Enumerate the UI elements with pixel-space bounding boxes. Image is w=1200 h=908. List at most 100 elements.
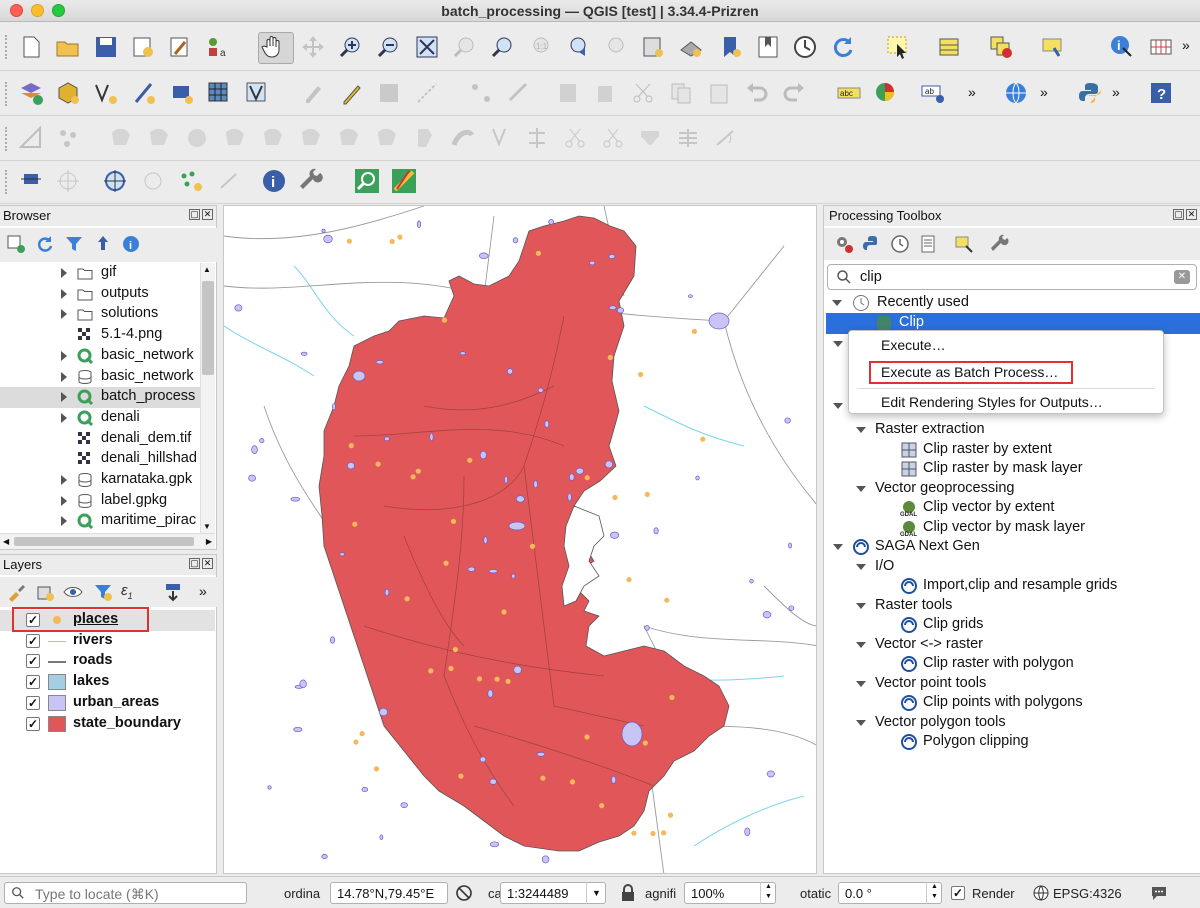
browser-item[interactable]: 5.1-4.png	[0, 325, 200, 346]
expand-arrow-icon[interactable]	[61, 350, 67, 361]
temporal-controller-icon[interactable]	[792, 34, 818, 60]
gps-globe-icon[interactable]	[102, 168, 128, 194]
collapse-arrow-icon[interactable]	[856, 719, 866, 726]
toolbox-algorithm-item[interactable]: Clip raster by mask layer	[824, 459, 1200, 480]
undo-icon[interactable]	[744, 80, 770, 106]
copy-features-icon[interactable]	[668, 80, 694, 106]
deselect-icon[interactable]	[988, 34, 1014, 60]
simplify-icon[interactable]	[450, 125, 476, 151]
close-panel-icon[interactable]: ✕	[202, 558, 213, 569]
show-bookmarks-icon[interactable]	[755, 34, 781, 60]
toolbox-group-item[interactable]: Raster tools	[824, 596, 1200, 617]
lock-scale-icon[interactable]	[620, 884, 636, 905]
toolbox-algorithm-item[interactable]: Clip grids	[824, 615, 1200, 636]
delete-ring-icon[interactable]	[222, 125, 248, 151]
open-project-icon[interactable]	[55, 34, 81, 60]
style-manager-icon[interactable]: a	[204, 34, 230, 60]
zoom-full-icon[interactable]	[414, 34, 440, 60]
toolbar-grip[interactable]	[5, 35, 9, 59]
hidden-group-arrow-2[interactable]	[833, 403, 843, 409]
python-scripts-icon[interactable]	[862, 234, 882, 254]
expand-all-icon[interactable]	[163, 582, 183, 602]
more-tools-chevron-icon[interactable]: »	[1182, 37, 1196, 63]
current-edits-icon[interactable]	[338, 80, 364, 106]
zoom-in-icon[interactable]	[338, 34, 364, 60]
toolbox-group-item[interactable]: SAGA Next Gen	[824, 537, 1200, 558]
save-project-icon[interactable]	[93, 34, 119, 60]
toolbox-algorithm-item[interactable]: GDAL Clip vector by mask layer	[824, 518, 1200, 539]
float-panel-icon[interactable]: ▢	[189, 558, 200, 569]
add-gps-point-icon[interactable]	[140, 168, 166, 194]
label-toolbar-icon[interactable]: abc	[836, 80, 862, 106]
toolbox-algorithm-item[interactable]: Import,clip and resample grids	[824, 576, 1200, 597]
float-panel-icon[interactable]: ▢	[189, 209, 200, 220]
browser-globe-icon[interactable]	[1003, 80, 1029, 106]
trim-extend-icon[interactable]	[562, 125, 588, 151]
add-part-icon[interactable]	[260, 125, 286, 151]
layer-item[interactable]: ✓ roads	[0, 651, 215, 672]
options-wrench-icon[interactable]	[990, 234, 1010, 254]
browser-hscroll[interactable]: ◀ ▶	[0, 533, 215, 549]
expand-arrow-icon[interactable]	[61, 288, 67, 299]
add-vector-layer-icon[interactable]	[93, 80, 119, 106]
digitize-line-icon[interactable]	[414, 80, 440, 106]
toolbox-search-field[interactable]: clip ✕	[827, 264, 1197, 290]
paste-features-icon[interactable]	[706, 80, 732, 106]
layer-item[interactable]: ✓ state_boundary	[0, 714, 215, 735]
browser-item[interactable]: basic_network	[0, 346, 200, 367]
layer-visibility-checkbox[interactable]: ✓	[26, 695, 40, 710]
execute-as-batch-process-menu-item[interactable]: Execute as Batch Process…	[881, 364, 1058, 380]
layer-visibility-checkbox[interactable]: ✓	[26, 675, 40, 690]
cut-features-icon[interactable]	[630, 80, 656, 106]
expand-arrow-icon[interactable]	[61, 392, 67, 403]
crs-label[interactable]: EPSG:4326	[1053, 886, 1122, 901]
more-layer-tools-chevron-icon[interactable]: »	[199, 583, 213, 609]
modify-attributes-icon[interactable]	[506, 80, 532, 106]
georeferencer-icon[interactable]	[18, 168, 44, 194]
scale-combo[interactable]: 1:3244489 ▼	[500, 882, 606, 904]
toolbox-group-item[interactable]: I/O	[824, 557, 1200, 578]
collapse-arrow-icon[interactable]	[856, 563, 866, 570]
close-panel-icon[interactable]: ✕	[202, 209, 213, 220]
delete-selected-icon[interactable]	[555, 80, 581, 106]
gps-points-icon[interactable]	[178, 168, 204, 194]
zoom-out-icon[interactable]	[376, 34, 402, 60]
toolbox-group-item[interactable]: Vector geoprocessing	[824, 479, 1200, 500]
add-ring-icon[interactable]	[55, 125, 81, 151]
more-web-tools-chevron-icon[interactable]: »	[1040, 84, 1054, 110]
recently-used-group[interactable]: Recently used	[824, 293, 1200, 314]
split-features-icon[interactable]	[336, 125, 362, 151]
toolbar-grip[interactable]	[5, 127, 9, 151]
models-gear-icon[interactable]	[834, 234, 854, 254]
crosshair-icon[interactable]	[55, 168, 81, 194]
expand-arrow-icon[interactable]	[61, 371, 67, 382]
more-label-tools-chevron-icon[interactable]: »	[968, 84, 982, 110]
pan-to-selection-icon[interactable]	[300, 34, 326, 60]
advanced-digitizing-icon[interactable]	[18, 125, 44, 151]
coordinate-field[interactable]: 14.78°N,79.45°E	[330, 882, 448, 904]
align-icon[interactable]	[675, 125, 701, 151]
rotate-point-symbols-icon[interactable]	[412, 125, 438, 151]
browser-item[interactable]: gif	[0, 263, 200, 284]
zoom-to-selection-icon[interactable]	[452, 34, 478, 60]
offset-curve-icon[interactable]	[146, 125, 172, 151]
delete-part-icon[interactable]	[298, 125, 324, 151]
toolbox-algorithm-item[interactable]: Clip raster by extent	[824, 440, 1200, 461]
select-by-location-icon[interactable]	[1040, 34, 1066, 60]
toolbox-algorithm-item[interactable]: GDAL Clip vector by extent	[824, 498, 1200, 519]
locate-search-input[interactable]: Type to locate (⌘K)	[4, 882, 247, 904]
shape-digitize-icon[interactable]	[637, 125, 663, 151]
render-checkbox[interactable]: ✓	[951, 886, 965, 900]
add-virtual-layer-icon[interactable]	[244, 80, 270, 106]
add-mesh-layer-icon[interactable]	[169, 80, 195, 106]
execute-menu-item[interactable]: Execute…	[881, 337, 946, 353]
history-clock-icon[interactable]	[890, 234, 910, 254]
search-processing-icon[interactable]	[354, 168, 380, 194]
filter-icon[interactable]	[64, 234, 84, 254]
attribute-table-select-icon[interactable]	[937, 34, 963, 60]
processing-history-icon[interactable]	[391, 168, 417, 194]
expand-arrow-icon[interactable]	[61, 309, 67, 320]
collapse-arrow-icon[interactable]	[833, 544, 843, 550]
results-viewer-icon[interactable]	[918, 234, 938, 254]
layer-visibility-checkbox[interactable]: ✓	[26, 716, 40, 731]
